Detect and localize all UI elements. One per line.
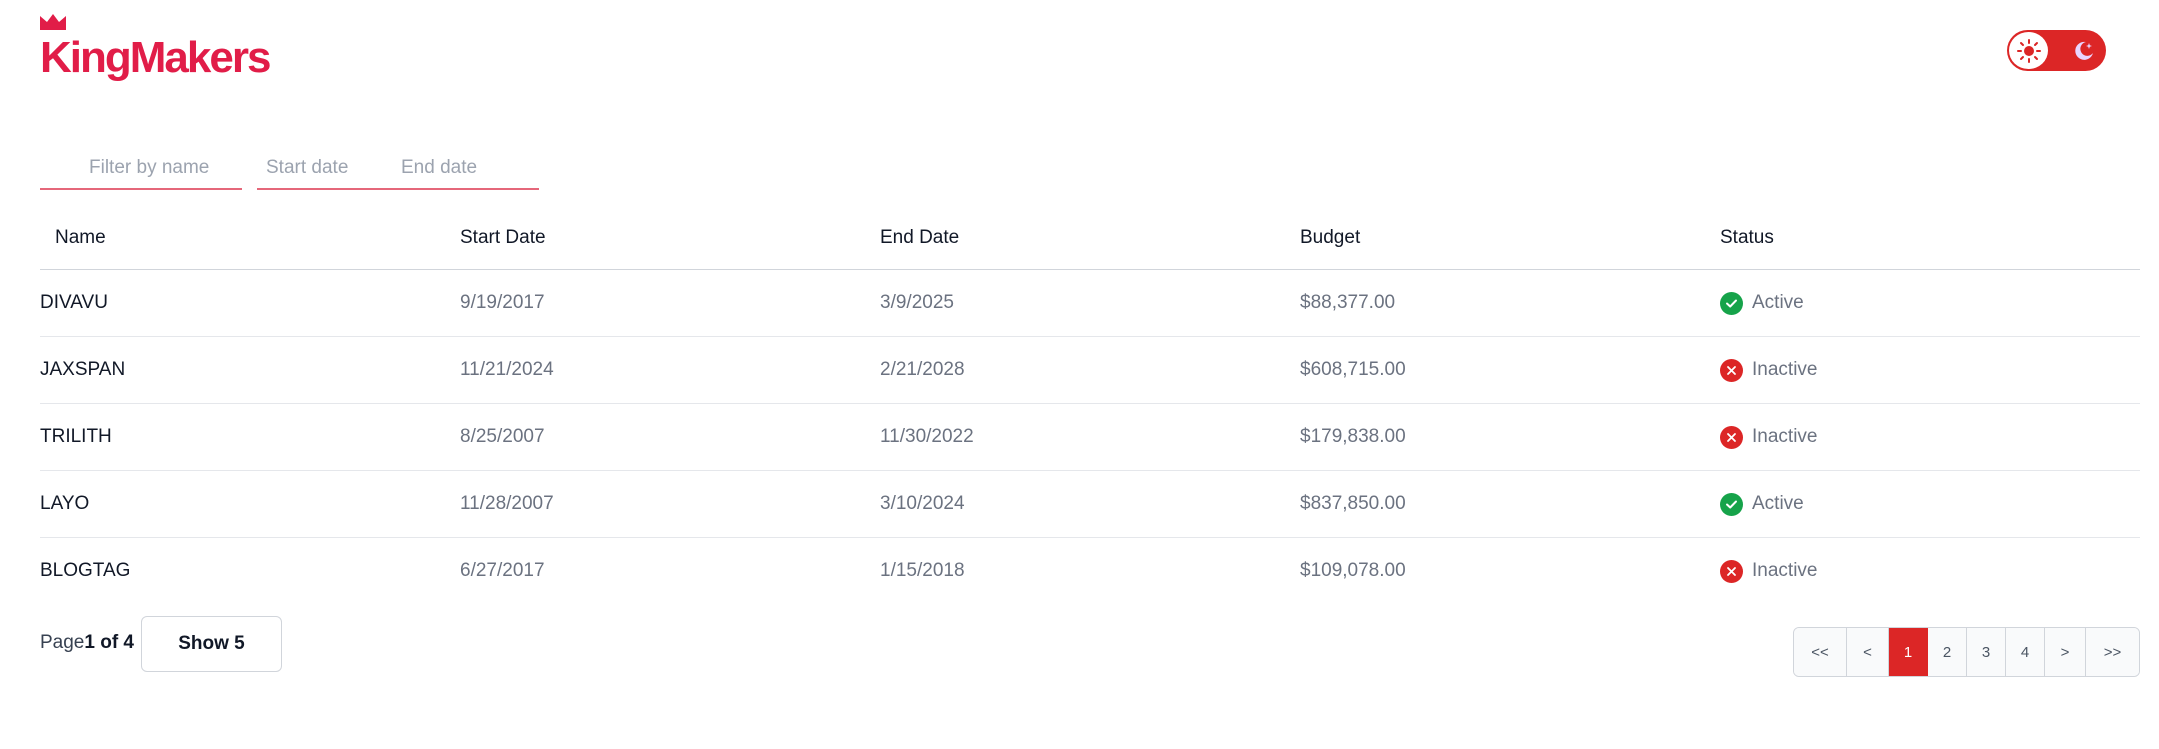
x-circle-icon: [1720, 358, 1743, 382]
crown-icon: [40, 14, 66, 30]
table-row[interactable]: TRILITH 8/25/2007 11/30/2022 $179,838.00…: [40, 404, 2140, 471]
cell-budget: $837,850.00: [1300, 493, 1406, 514]
cell-name: TRILITH: [40, 426, 112, 447]
start-date-input[interactable]: [266, 148, 401, 188]
header-name[interactable]: Name: [40, 227, 460, 249]
cell-budget: $88,377.00: [1300, 292, 1396, 313]
cell-start-date: 11/28/2007: [460, 493, 554, 514]
status-badge: Inactive: [1720, 358, 2140, 382]
status-label: Inactive: [1752, 359, 1818, 380]
cell-start-date: 9/19/2017: [460, 292, 545, 313]
theme-toggle[interactable]: [2007, 30, 2106, 71]
x-circle-icon: [1720, 559, 1743, 583]
brand-name: KingMakers: [40, 33, 271, 82]
projects-table: Name Start Date End Date Budget Status D…: [40, 207, 2140, 604]
status-label: Inactive: [1752, 426, 1818, 447]
check-circle-icon: [1720, 492, 1743, 516]
header-budget[interactable]: Budget: [1300, 227, 1720, 249]
status-badge: Inactive: [1720, 559, 2140, 583]
cell-start-date: 11/21/2024: [460, 359, 554, 380]
cell-name: LAYO: [40, 493, 90, 514]
page-button-4[interactable]: 4: [2006, 628, 2045, 676]
status-badge: Active: [1720, 492, 2140, 516]
status-badge: Inactive: [1720, 425, 2140, 449]
last-page-button[interactable]: >>: [2086, 628, 2139, 676]
name-filter: [40, 148, 242, 190]
cell-end-date: 11/30/2022: [880, 426, 974, 447]
header-end-date[interactable]: End Date: [880, 227, 1300, 249]
cell-budget: $109,078.00: [1300, 560, 1406, 581]
pagination: << < 1 2 3 4 > >>: [1793, 627, 2140, 677]
header-start-date[interactable]: Start Date: [460, 227, 880, 249]
header-status[interactable]: Status: [1720, 227, 2140, 249]
brand-logo[interactable]: KingMakers: [40, 14, 271, 82]
cell-budget: $608,715.00: [1300, 359, 1406, 380]
cell-end-date: 3/9/2025: [880, 292, 954, 313]
page-prefix: Page: [40, 632, 85, 653]
cell-name: BLOGTAG: [40, 560, 131, 581]
check-circle-icon: [1720, 291, 1743, 315]
cell-start-date: 8/25/2007: [460, 426, 545, 447]
toggle-knob: [2009, 32, 2048, 69]
status-label: Active: [1752, 292, 1804, 313]
cell-budget: $179,838.00: [1300, 426, 1406, 447]
cell-name: DIVAVU: [40, 292, 108, 313]
cell-start-date: 6/27/2017: [460, 560, 545, 581]
first-page-button[interactable]: <<: [1794, 628, 1847, 676]
date-range-filter: [257, 148, 539, 190]
table-row[interactable]: JAXSPAN 11/21/2024 2/21/2028 $608,715.00…: [40, 337, 2140, 404]
moon-icon: [2072, 39, 2096, 63]
page-button-3[interactable]: 3: [1967, 628, 2006, 676]
page-button-1[interactable]: 1: [1889, 628, 1928, 676]
status-badge: Active: [1720, 291, 2140, 315]
sun-icon: [2016, 38, 2041, 63]
page-indicator: Page1 of 4: [40, 632, 134, 654]
name-filter-input[interactable]: [89, 148, 239, 188]
page-button-2[interactable]: 2: [1928, 628, 1967, 676]
next-page-button[interactable]: >: [2045, 628, 2086, 676]
cell-end-date: 2/21/2028: [880, 359, 965, 380]
table-row[interactable]: LAYO 11/28/2007 3/10/2024 $837,850.00 Ac…: [40, 471, 2140, 538]
status-label: Active: [1752, 493, 1804, 514]
cell-end-date: 3/10/2024: [880, 493, 965, 514]
table-row[interactable]: BLOGTAG 6/27/2017 1/15/2018 $109,078.00 …: [40, 538, 2140, 604]
table-header: Name Start Date End Date Budget Status: [40, 207, 2140, 270]
cell-name: JAXSPAN: [40, 359, 126, 380]
table-row[interactable]: DIVAVU 9/19/2017 3/9/2025 $88,377.00 Act…: [40, 270, 2140, 337]
cell-end-date: 1/15/2018: [880, 560, 965, 581]
x-circle-icon: [1720, 425, 1743, 449]
end-date-input[interactable]: [401, 148, 531, 188]
page-size-button[interactable]: Show 5: [141, 616, 282, 672]
prev-page-button[interactable]: <: [1847, 628, 1889, 676]
status-label: Inactive: [1752, 560, 1818, 581]
page-current: 1 of 4: [84, 632, 134, 653]
